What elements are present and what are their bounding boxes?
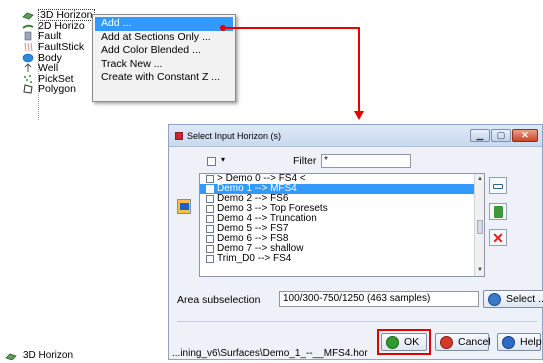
area-subselection-row: Area subselection 100/300-750/1250 (463 … [177,290,543,309]
rename-button[interactable] [489,177,507,194]
item-checkbox[interactable] [206,175,214,183]
status-path: ...ining_v6\Surfaces\Demo_1_--__MFS4.hor [172,348,368,359]
tree-item-polygon[interactable]: Polygon [22,84,95,95]
tree-item-label: 3D Horizon [23,350,74,361]
context-menu: Add ... Add at Sections Only ... Add Col… [92,14,236,102]
minimize-button[interactable]: ▁ [470,129,490,142]
scroll-thumb[interactable] [477,220,483,234]
faultstick-icon [22,42,34,52]
horizon-2d-icon [22,21,34,31]
select-button[interactable]: Select ... [483,290,543,308]
select-input-horizon-dialog: Select Input Horizon (s) ▁ ▢ ✕ ▾ Filter … [168,124,543,360]
ok-button-label: OK [404,336,420,348]
scroll-down-icon[interactable]: ▼ [476,266,484,275]
body-icon [22,53,34,63]
annotation-arrow-horizontal [224,27,360,29]
cancel-button[interactable]: Cancel [435,333,491,351]
minimize-icon: ▁ [476,130,484,140]
filter-input[interactable]: * [321,154,411,168]
remove-icon: ✕ [492,230,504,246]
annotation-arrow-head-icon [354,111,364,120]
select-icon [488,293,501,306]
well-icon [22,63,34,73]
polygon-icon [22,84,34,95]
object-tree: 3D Horizon 2D Horizo Fault FaultStick Bo… [22,9,95,120]
tree-item-3d-horizon-bottom[interactable]: 3D Horizon [5,350,73,361]
check-icon [386,336,399,349]
horizon-3d-icon [22,10,34,20]
horizon-list[interactable]: > Demo 0 --> FS4 < Demo 1 --> MFS4 Demo … [199,173,485,277]
tree-item-faultstick[interactable]: FaultStick [22,42,95,53]
app-icon [175,131,183,140]
fault-icon [22,31,34,41]
item-checkbox[interactable] [206,205,214,213]
tree-item-label: Body [38,51,62,64]
help-button-label: Help [520,336,542,348]
item-checkbox[interactable] [206,255,214,263]
tree-item-label: PickSet [38,72,74,85]
tree-item-label: Polygon [38,83,76,96]
tree-item-label: 2D Horizo [38,19,85,32]
item-checkbox[interactable] [206,185,214,193]
rename-icon [493,184,503,189]
folder-arrow-button[interactable] [177,199,191,214]
lock-button[interactable] [489,203,507,220]
item-checkbox[interactable] [206,225,214,233]
help-button[interactable]: Help [497,333,542,351]
item-checkbox[interactable] [206,195,214,203]
tree-item-body[interactable]: Body [22,52,95,63]
tree-item-3d-horizon[interactable]: 3D Horizon [22,9,95,22]
help-icon [502,336,515,349]
select-all-checkbox[interactable] [207,157,216,166]
cancel-icon [440,336,453,349]
tree-item-label: Well [38,62,59,75]
menu-item-create-constant-z[interactable]: Create with Constant Z ... [95,71,233,85]
folder-arrow-icon [180,203,189,210]
menu-item-add-color-blended[interactable]: Add Color Blended ... [95,44,233,58]
list-item-label: Trim_D0 --> FS4 [217,253,292,264]
item-checkbox[interactable] [206,215,214,223]
tree-item-label: FaultStick [38,41,85,54]
remove-button[interactable]: ✕ [489,229,507,246]
menu-item-track-new[interactable]: Track New ... [95,58,233,72]
select-button-label: Select ... [506,293,543,305]
list-tools: ✕ [489,177,507,255]
cancel-button-label: Cancel [458,336,491,348]
scroll-up-icon[interactable]: ▲ [476,175,484,184]
maximize-icon: ▢ [496,130,506,140]
area-subselection-label: Area subselection [177,294,261,306]
close-icon: ✕ [521,130,529,140]
dialog-title: Select Input Horizon (s) [187,130,282,141]
list-item[interactable]: Trim_D0 --> FS4 [200,254,484,264]
item-checkbox[interactable] [206,235,214,243]
pickset-icon [22,74,34,84]
filter-row: ▾ Filter * [207,154,527,169]
item-checkbox[interactable] [206,245,214,253]
lock-icon [494,206,503,218]
tree-item-well[interactable]: Well [22,63,95,74]
horizon-3d-icon [5,352,17,360]
menu-item-add-at-sections[interactable]: Add at Sections Only ... [95,31,233,45]
maximize-button[interactable]: ▢ [491,129,511,142]
area-subselection-field[interactable]: 100/300-750/1250 (463 samples) [279,291,479,307]
annotation-arrow-vertical [358,27,360,113]
divider [177,321,537,322]
ok-button[interactable]: OK [381,333,427,351]
tree-item-label: Fault [38,30,62,43]
filter-label: Filter [293,155,317,167]
chevron-down-icon[interactable]: ▾ [221,155,225,164]
list-scrollbar[interactable]: ▲ ▼ [474,174,484,276]
close-button[interactable]: ✕ [512,129,538,142]
dialog-buttons: OK Cancel Help [369,329,543,355]
menu-item-add[interactable]: Add ... [95,17,233,31]
window-controls: ▁ ▢ ✕ [469,129,538,142]
